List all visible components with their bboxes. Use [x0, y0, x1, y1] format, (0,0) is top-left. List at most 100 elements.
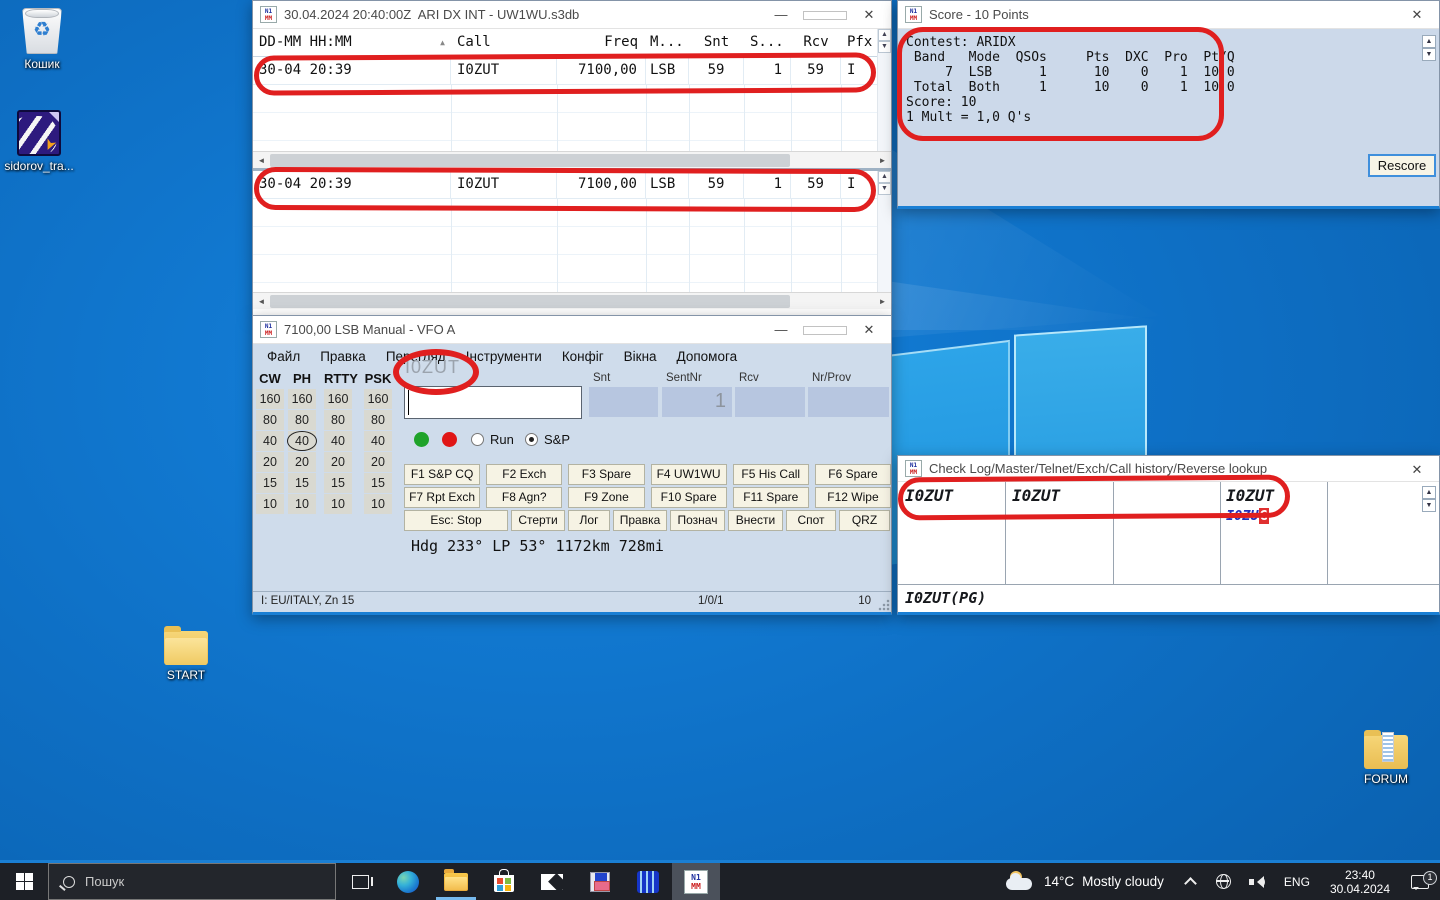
fkey-button[interactable]: F5 His Call	[733, 464, 809, 485]
task-view-button[interactable]	[336, 863, 384, 900]
edit-button[interactable]: Правка	[613, 510, 667, 531]
store-button[interactable]: Внести	[728, 510, 783, 531]
resize-grip[interactable]	[878, 599, 890, 611]
check-spinner[interactable]: ▲ ▼	[1422, 486, 1436, 512]
band-button[interactable]: 40	[364, 431, 392, 451]
close-button[interactable]: ✕	[1395, 1, 1439, 28]
fkey-button[interactable]: F8 Agn?	[486, 487, 562, 508]
tray-chevron-icon[interactable]	[1184, 877, 1197, 890]
band-button[interactable]: 15	[256, 473, 284, 493]
log-col-header[interactable]: Freq	[557, 29, 646, 56]
spot-button[interactable]: Спот	[786, 510, 836, 531]
menu-tools[interactable]: Інструменти	[466, 349, 542, 364]
log-col-header[interactable]: Call	[451, 29, 557, 56]
desktop-icon-forum-folder[interactable]: FORUM	[1348, 735, 1424, 786]
menu-file[interactable]: Файл	[267, 349, 300, 364]
scrollbar-thumb[interactable]	[270, 295, 790, 308]
taskbar-weather[interactable]: 14°C Mostly cloudy	[996, 871, 1174, 893]
mark-button[interactable]: Познач	[670, 510, 725, 531]
fkey-button[interactable]: F6 Spare	[815, 464, 891, 485]
check-column-exch[interactable]: I0ZUT	[1226, 486, 1274, 505]
scrollbar-thumb[interactable]	[270, 154, 790, 167]
band-button[interactable]: 15	[364, 473, 392, 493]
qrz-button[interactable]: QRZ	[839, 510, 890, 531]
minimize-button[interactable]: —	[759, 316, 803, 343]
fkey-button[interactable]: F1 S&P CQ	[404, 464, 480, 485]
fkey-button[interactable]: F10 Spare	[651, 487, 727, 508]
rcv-field[interactable]	[735, 387, 805, 417]
close-button[interactable]: ✕	[847, 1, 891, 28]
band-button[interactable]: 40	[256, 431, 284, 451]
band-button[interactable]: 15	[324, 473, 352, 493]
band-button[interactable]: 15	[288, 473, 316, 493]
taskbar-clock[interactable]: 23:40 30.04.2024	[1320, 868, 1400, 896]
speaker-icon[interactable]	[1249, 875, 1265, 889]
rescore-button[interactable]: Rescore	[1368, 154, 1436, 177]
language-indicator[interactable]: ENG	[1274, 875, 1320, 889]
log-qso-row[interactable]: 30-04 20:39 I0ZUT 7100,00 LSB 59 1 59 I	[253, 171, 891, 199]
band-button[interactable]: 10	[288, 494, 316, 514]
fkey-button[interactable]: F7 Rpt Exch	[404, 487, 480, 508]
band-button[interactable]: 80	[256, 410, 284, 430]
band-button[interactable]: 160	[256, 389, 284, 409]
check-window-titlebar[interactable]: N1MM Check Log/Master/Telnet/Exch/Call h…	[898, 456, 1439, 482]
snt-field[interactable]	[589, 387, 658, 417]
log-button[interactable]: Лог	[568, 510, 610, 531]
desktop-icon-start-folder[interactable]: START	[148, 631, 224, 682]
master-suggestion[interactable]: I0ZUG	[1226, 508, 1269, 524]
start-button[interactable]	[0, 863, 48, 900]
log-col-header[interactable]: S...	[744, 29, 791, 56]
taskbar-floppy-app[interactable]	[576, 863, 624, 900]
band-button[interactable]: 80	[288, 410, 316, 430]
menu-config[interactable]: Конфіг	[562, 349, 604, 364]
vertical-scrollbar[interactable]: ▲ ▼	[877, 29, 891, 151]
callsign-input[interactable]	[404, 386, 582, 419]
band-button[interactable]: 20	[324, 452, 352, 472]
menu-edit[interactable]: Правка	[320, 349, 366, 364]
horizontal-scrollbar[interactable]: ◄ ►	[253, 292, 891, 309]
band-button[interactable]: 80	[364, 410, 392, 430]
close-button[interactable]: ✕	[1395, 456, 1439, 481]
taskbar-explorer[interactable]	[432, 863, 480, 900]
vertical-scrollbar[interactable]: ▲ ▼	[877, 171, 891, 292]
desktop-icon-recycle-bin[interactable]: Кошик	[4, 8, 80, 71]
log-header-row[interactable]: DD-MM HH:MM▲ Call Freq M... Snt S... Rcv…	[253, 29, 891, 57]
log-col-header[interactable]: M...	[646, 29, 689, 56]
taskbar-mail[interactable]	[528, 863, 576, 900]
score-window-titlebar[interactable]: N1MM Score - 10 Points ✕	[898, 1, 1439, 29]
band-button[interactable]: 20	[256, 452, 284, 472]
menu-windows[interactable]: Вікна	[624, 349, 657, 364]
maximize-button[interactable]	[803, 316, 847, 343]
check-column-log[interactable]: I0ZUT	[905, 486, 953, 505]
taskbar-n1mm-active[interactable]: N1MM	[672, 863, 720, 900]
band-button[interactable]: 80	[324, 410, 352, 430]
fkey-button[interactable]: F9 Zone	[568, 487, 644, 508]
run-radio[interactable]	[471, 433, 484, 446]
log-window-titlebar[interactable]: N1MM 30.04.2024 20:40:00Z ARI DX INT - U…	[253, 1, 891, 29]
band-button[interactable]: 20	[288, 452, 316, 472]
band-button[interactable]: 20	[364, 452, 392, 472]
band-button-selected[interactable]: 40	[288, 431, 316, 451]
nrprov-field[interactable]	[808, 387, 889, 417]
band-button[interactable]: 40	[324, 431, 352, 451]
score-spinner[interactable]: ▲ ▼	[1422, 35, 1436, 61]
fkey-button[interactable]: F11 Spare	[733, 487, 809, 508]
sentnr-field[interactable]: 1	[662, 387, 732, 417]
horizontal-scrollbar[interactable]: ◄ ►	[253, 151, 891, 168]
close-button[interactable]: ✕	[847, 316, 891, 343]
fkey-button[interactable]: F4 UW1WU	[651, 464, 727, 485]
taskbar-edge[interactable]	[384, 863, 432, 900]
wipe-button[interactable]: Стерти	[511, 510, 565, 531]
run-radio-label[interactable]: Run	[490, 432, 514, 447]
log-col-header[interactable]: Rcv	[791, 29, 841, 56]
taskbar-store[interactable]	[480, 863, 528, 900]
esc-stop-button[interactable]: Esc: Stop	[404, 510, 508, 531]
log-col-header[interactable]: Snt	[689, 29, 744, 56]
taskbar-archive-app[interactable]	[624, 863, 672, 900]
fkey-button[interactable]: F12 Wipe	[815, 487, 891, 508]
band-button[interactable]: 160	[288, 389, 316, 409]
fkey-button[interactable]: F2 Exch	[486, 464, 562, 485]
band-button[interactable]: 160	[324, 389, 352, 409]
desktop-icon-sidorov-file[interactable]: sidorov_tra...	[1, 110, 77, 173]
taskbar-search[interactable]: Пошук	[48, 863, 336, 900]
